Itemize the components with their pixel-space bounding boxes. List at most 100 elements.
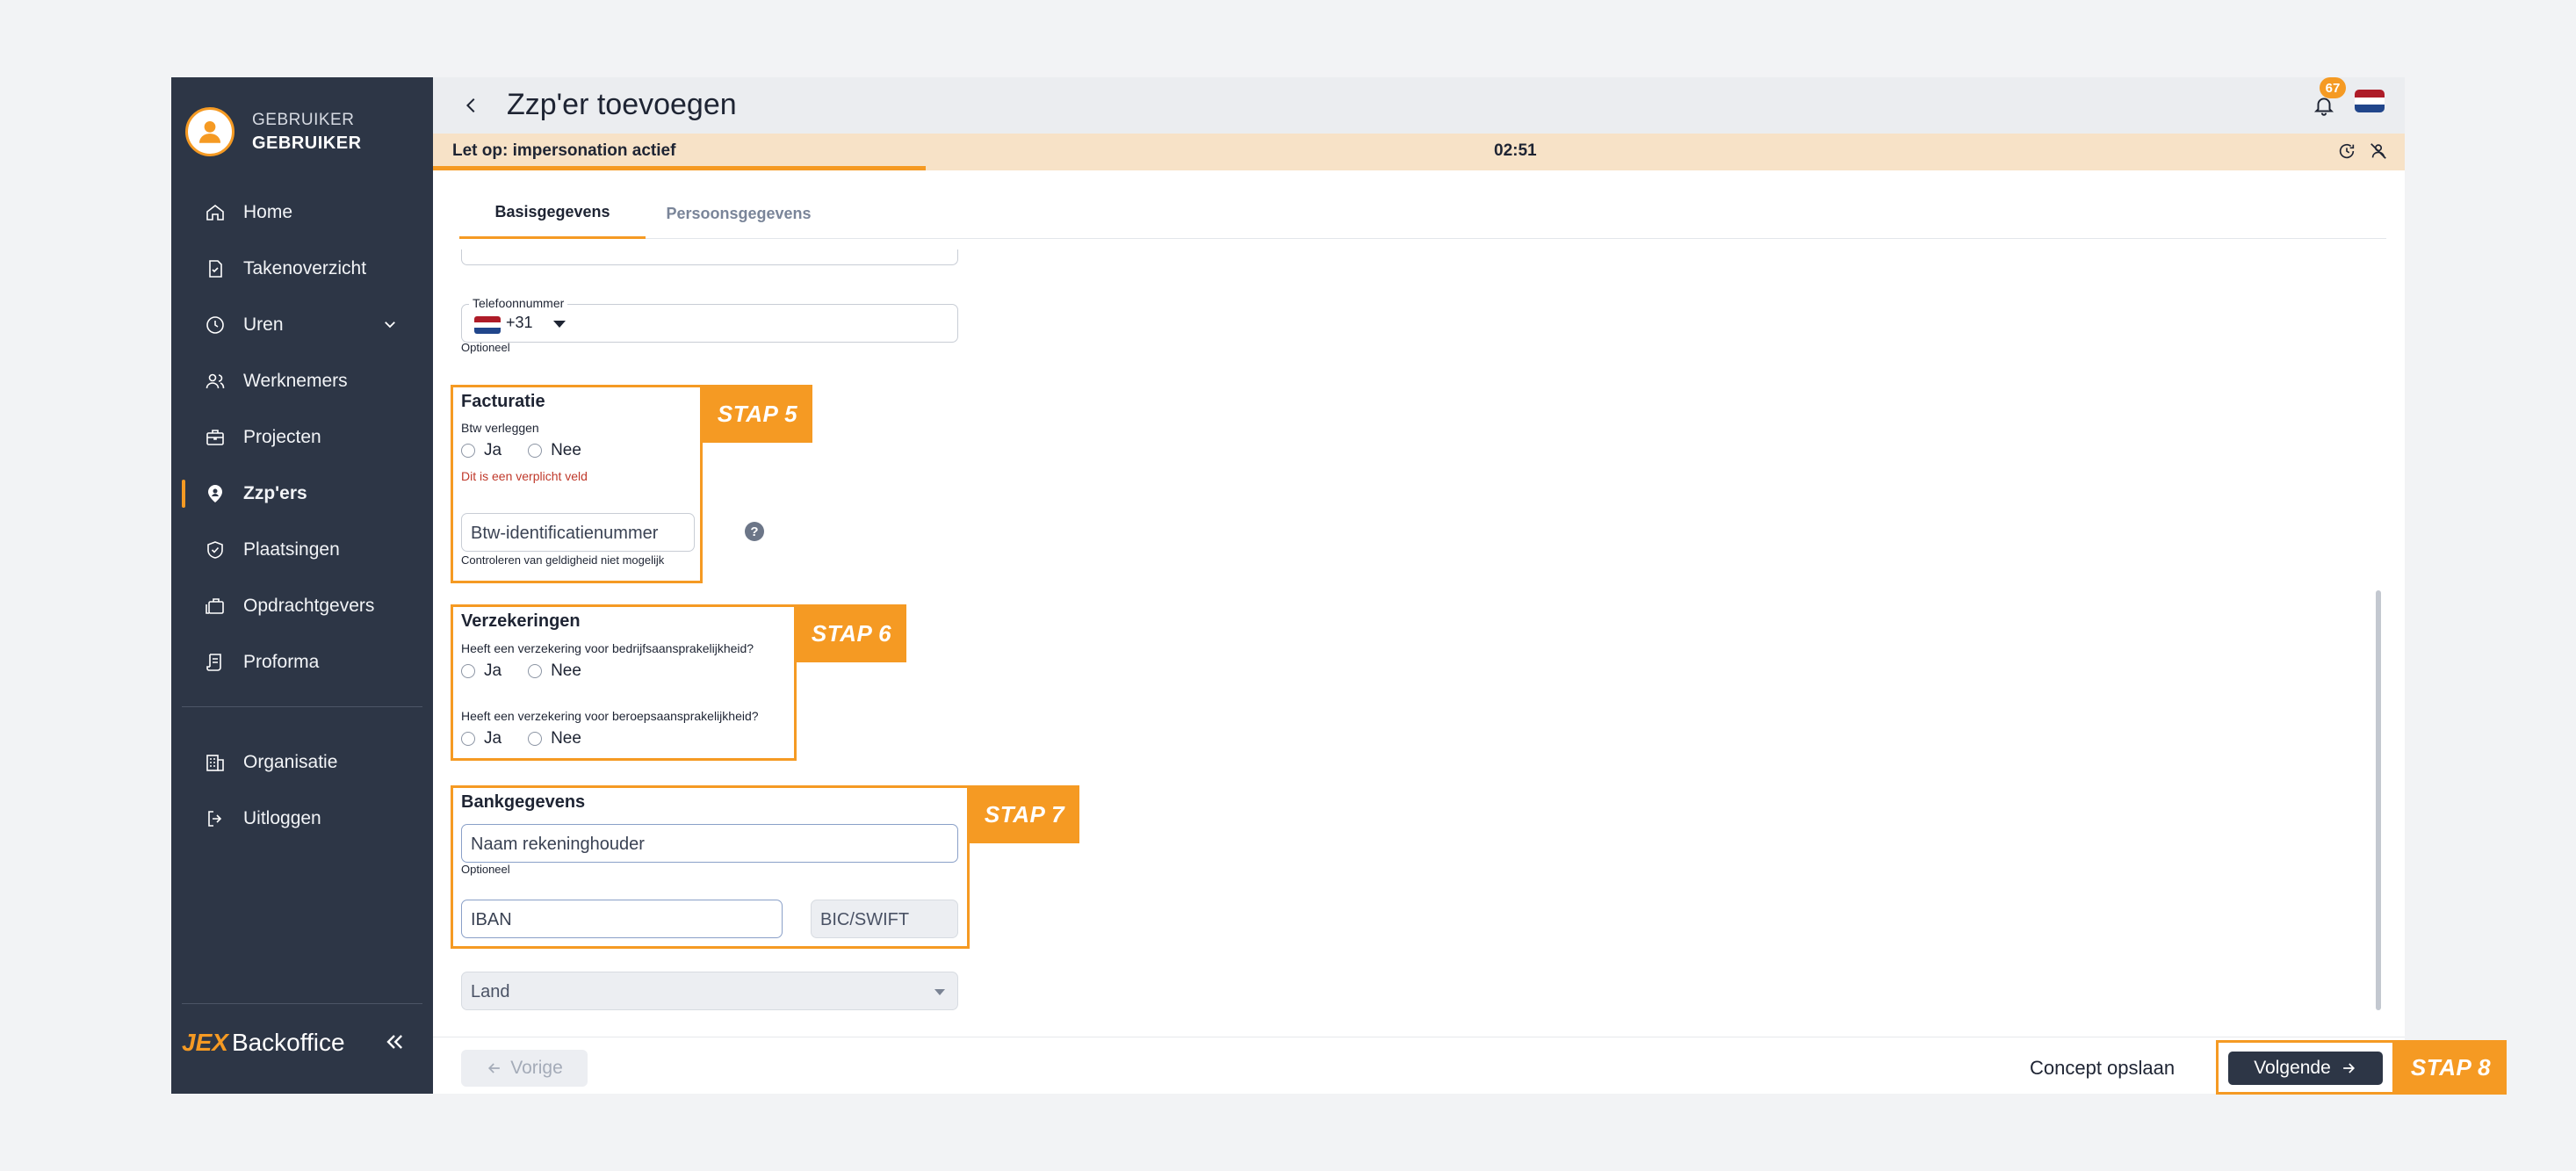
nav-label: Home <box>243 202 293 222</box>
sidebar-divider <box>182 1003 422 1004</box>
avatar <box>185 107 235 156</box>
nav-item-home[interactable]: Home <box>171 184 433 241</box>
help-icon[interactable]: ? <box>745 522 764 541</box>
save-draft-button[interactable]: Concept opslaan <box>2030 1050 2175 1087</box>
notification-badge: 67 <box>2320 77 2346 98</box>
impersonation-progress <box>433 166 927 170</box>
radio-nee[interactable] <box>528 664 543 678</box>
user-profile[interactable]: GEBRUIKER GEBRUIKER <box>185 107 362 156</box>
nav-item-organisatie[interactable]: Organisatie <box>171 734 433 791</box>
previous-field[interactable] <box>461 249 958 265</box>
flag-nl-icon[interactable] <box>474 316 501 334</box>
nav-item-uitloggen[interactable]: Uitloggen <box>171 791 433 847</box>
nav-label: Proforma <box>243 652 320 672</box>
users-icon <box>203 369 227 394</box>
nav-item-werknemers[interactable]: Werknemers <box>171 353 433 409</box>
user-role: GEBRUIKER <box>252 111 355 129</box>
radio-ja-label[interactable]: Ja <box>484 661 501 681</box>
facturatie-title: Facturatie <box>461 392 545 411</box>
radio-nee-label[interactable]: Nee <box>551 661 581 681</box>
page-header: Zzp'er toevoegen 67 <box>433 77 2405 134</box>
timer-reset-icon[interactable] <box>2337 141 2356 165</box>
country-select-value: Land <box>471 982 510 1001</box>
chevron-down-icon[interactable] <box>382 316 398 337</box>
brand-logo: JEX Backoffice <box>182 1029 345 1057</box>
beroepsaansprakelijkheid-label: Heeft een verzekering voor beroepsaanspr… <box>461 709 759 723</box>
radio-nee[interactable] <box>528 444 543 458</box>
stop-impersonation-icon[interactable] <box>2369 141 2388 165</box>
clock-icon <box>203 313 227 337</box>
btw-id-hint: Controleren van geldigheid niet mogelijk <box>461 553 665 567</box>
previous-button-label: Vorige <box>510 1058 563 1078</box>
sidebar-divider <box>182 706 422 707</box>
nav-label: Zzp'ers <box>243 483 307 503</box>
next-button-label: Volgende <box>2254 1058 2331 1078</box>
nav-item-zzpers[interactable]: Zzp'ers <box>171 466 433 522</box>
brand-jex: JEX <box>182 1029 228 1056</box>
bankgegevens-title: Bankgegevens <box>461 792 586 812</box>
radio-ja[interactable] <box>461 444 475 458</box>
form-tabs: Basisgegevens Persoonsgegevens <box>459 188 2386 239</box>
nav-label: Organisatie <box>243 752 338 772</box>
impersonation-bar: Let op: impersonation actief 02:51 <box>433 134 2405 170</box>
radio-ja[interactable] <box>461 732 475 746</box>
iban-input[interactable]: IBAN <box>461 900 783 938</box>
bedrijfsaansprakelijkheid-radio-group: Ja Nee <box>461 661 581 681</box>
btw-verleggen-label: Btw verleggen <box>461 421 539 435</box>
nav-label: Projecten <box>243 427 321 447</box>
scrollbar[interactable] <box>2376 590 2381 1010</box>
receipt-icon <box>203 650 227 675</box>
btw-id-input[interactable]: Btw-identificatienummer <box>461 513 695 552</box>
task-icon <box>203 257 227 281</box>
nav-item-plaatsingen[interactable]: Plaatsingen <box>171 522 433 578</box>
nav-label: Uitloggen <box>243 808 321 828</box>
country-select[interactable]: Land <box>461 972 958 1010</box>
caret-down-icon[interactable] <box>553 321 566 328</box>
phone-field[interactable]: Telefoonnummer +31 <box>461 296 958 343</box>
language-flag-nl-icon[interactable] <box>2355 90 2385 112</box>
main-panel: Zzp'er toevoegen 67 Let op: impersonatio… <box>433 77 2405 1094</box>
main-nav: Home Takenoverzicht Uren Werknemers Proj… <box>171 184 433 690</box>
radio-nee[interactable] <box>528 732 543 746</box>
nav-item-opdrachtgevers[interactable]: Opdrachtgevers <box>171 578 433 634</box>
user-name: GEBRUIKER <box>252 134 362 153</box>
step-6-tag: STAP 6 <box>797 604 906 662</box>
sidebar: GEBRUIKER GEBRUIKER Home Takenoverzicht … <box>171 77 433 1094</box>
brand-name: Backoffice <box>231 1029 345 1056</box>
required-field-error: Dit is een verplicht veld <box>461 469 588 483</box>
step-8-tag: STAP 8 <box>2395 1040 2507 1095</box>
caret-down-icon <box>934 989 945 995</box>
arrow-right-icon <box>2342 1063 2355 1073</box>
radio-nee-label[interactable]: Nee <box>551 441 581 460</box>
briefcase-icon <box>203 425 227 450</box>
collapse-sidebar-icon[interactable] <box>382 1030 407 1059</box>
page-title: Zzp'er toevoegen <box>507 88 737 121</box>
home-icon <box>203 200 227 225</box>
impersonation-text: Let op: impersonation actief <box>452 141 676 160</box>
beroepsaansprakelijkheid-radio-group: Ja Nee <box>461 729 581 748</box>
phone-label: Telefoonnummer <box>469 296 568 310</box>
nav-item-takenoverzicht[interactable]: Takenoverzicht <box>171 241 433 297</box>
btw-verleggen-radio-group: Ja Nee <box>461 441 581 460</box>
step-7-tag: STAP 7 <box>970 785 1079 843</box>
next-button[interactable]: Volgende <box>2228 1052 2383 1085</box>
account-holder-input[interactable]: Naam rekeninghouder <box>461 824 958 863</box>
radio-ja-label[interactable]: Ja <box>484 441 501 460</box>
suitcase-icon <box>203 594 227 618</box>
nav-item-projecten[interactable]: Projecten <box>171 409 433 466</box>
bedrijfsaansprakelijkheid-label: Heeft een verzekering voor bedrijfsaansp… <box>461 641 754 655</box>
nav-item-uren[interactable]: Uren <box>171 297 433 353</box>
phone-prefix: +31 <box>506 314 533 331</box>
radio-nee-label[interactable]: Nee <box>551 729 581 748</box>
nav-label: Uren <box>243 314 284 335</box>
back-button[interactable] <box>459 93 484 118</box>
nav-item-proforma[interactable]: Proforma <box>171 634 433 690</box>
radio-ja-label[interactable]: Ja <box>484 729 501 748</box>
building-icon <box>203 750 227 775</box>
phone-hint: Optioneel <box>461 341 510 354</box>
radio-ja[interactable] <box>461 664 475 678</box>
tab-basisgegevens[interactable]: Basisgegevens <box>459 188 646 239</box>
previous-button[interactable]: Vorige <box>461 1050 588 1087</box>
nav-label: Opdrachtgevers <box>243 596 375 616</box>
tab-persoonsgegevens[interactable]: Persoonsgegevens <box>646 188 832 239</box>
